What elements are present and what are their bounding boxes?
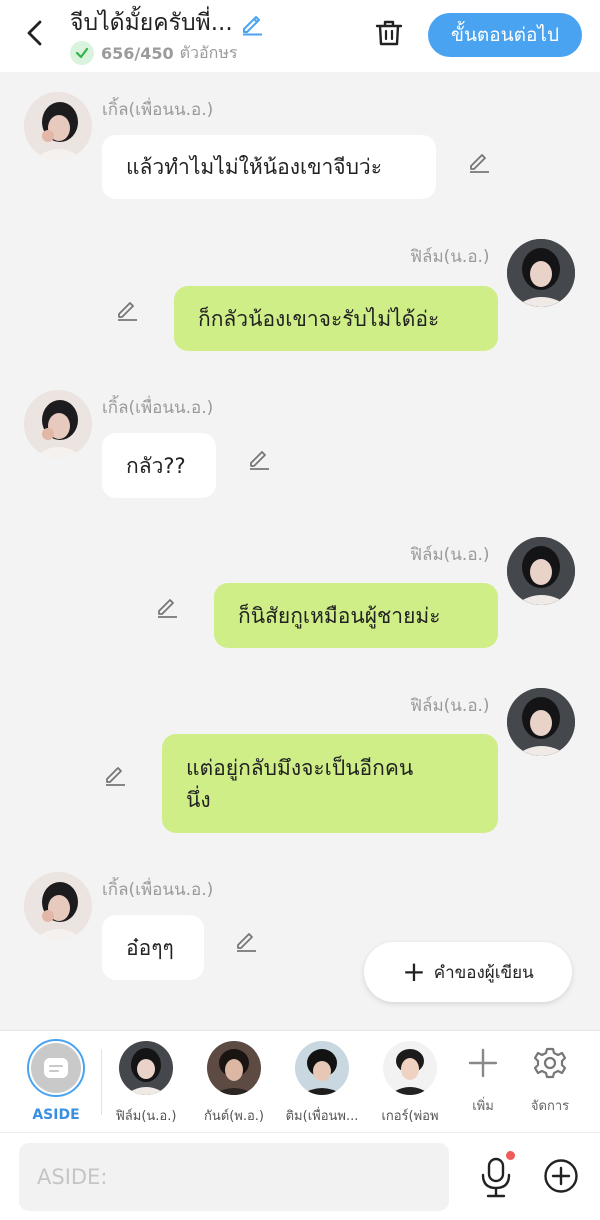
character-bar: ASIDE ฟิล์ม(น.อ.) กันต์(พ.อ.) ติม(เพื่อน… <box>0 1030 600 1132</box>
aside-selector[interactable]: ASIDE <box>18 1039 94 1123</box>
message-bubble[interactable]: ก็นิสัยกูเหมือนผู้ชายม่ะ <box>214 583 498 648</box>
add-character-button[interactable]: เพิ่ม <box>453 1043 513 1116</box>
char-count-unit: ตัวอักษร <box>179 42 238 62</box>
sender-name: เกิ้ล(เพื่อนน.อ.) <box>102 100 214 120</box>
edit-message-icon[interactable] <box>114 296 140 322</box>
sender-name: เกิ้ล(เพื่อนน.อ.) <box>102 398 214 418</box>
add-character-label: เพิ่ม <box>472 1099 494 1114</box>
manage-characters-label: จัดการ <box>530 1099 570 1114</box>
char-count-value: 656/450 <box>101 43 174 63</box>
edit-message-icon[interactable] <box>154 593 180 619</box>
message-bubble[interactable]: แล้วทำไมไม่ให้น้องเขาจีบว่ะ <box>102 135 436 199</box>
avatar[interactable] <box>507 688 575 756</box>
trash-icon <box>375 20 403 46</box>
avatar <box>119 1041 173 1095</box>
message-text-line: แต่อยู่กลับมึงจะเป็นอีกคน <box>186 755 414 780</box>
message-bubble[interactable]: อ๋อๆๆ <box>102 915 204 980</box>
plus-icon: + <box>402 955 426 988</box>
chevron-left-icon <box>27 20 42 46</box>
author-note-button[interactable]: + คำของผู้เขียน <box>364 942 572 1002</box>
next-step-button[interactable]: ขั้นตอนต่อไป <box>428 13 582 57</box>
divider <box>101 1049 102 1115</box>
message-bubble[interactable]: ก็กลัวน้องเขาจะรับไม่ได้อ่ะ <box>174 286 498 351</box>
character-name: ฟิล์ม(น.อ.) <box>115 1109 177 1124</box>
notification-dot <box>506 1151 515 1160</box>
plus-circle-icon <box>544 1159 578 1193</box>
message-bubble[interactable]: กลัว?? <box>102 433 216 498</box>
author-note-label: คำของผู้เขียน <box>433 962 534 983</box>
aside-input[interactable] <box>19 1143 449 1211</box>
title-row: จีบได้มั้ยครับพี่... <box>70 6 265 40</box>
edit-message-icon[interactable] <box>466 148 492 174</box>
check-icon <box>70 41 94 65</box>
edit-title-icon[interactable] <box>239 10 265 36</box>
avatar[interactable] <box>507 537 575 605</box>
edit-message-icon[interactable] <box>246 445 272 471</box>
message-text: ก็กลัวน้องเขาจะรับไม่ได้อ่ะ <box>198 306 440 331</box>
edit-message-icon[interactable] <box>233 927 259 953</box>
plus-icon <box>453 1043 513 1083</box>
back-button[interactable] <box>18 16 52 50</box>
avatar[interactable] <box>24 390 92 458</box>
add-attachment-button[interactable] <box>543 1158 579 1194</box>
delete-button[interactable] <box>372 16 406 50</box>
gear-icon <box>520 1043 580 1083</box>
message-bubble[interactable]: แต่อยู่กลับมึงจะเป็นอีกคน นึ่ง <box>162 734 498 833</box>
character-item[interactable]: เกอร์(พ่อพ <box>370 1041 450 1126</box>
avatar[interactable] <box>24 872 92 940</box>
message-text: อ๋อๆๆ <box>126 935 174 960</box>
story-title[interactable]: จีบได้มั้ยครับพี่... <box>70 5 233 41</box>
character-name: กันต์(พ.อ.) <box>204 1109 264 1124</box>
voice-button[interactable] <box>478 1151 515 1199</box>
avatar <box>383 1041 437 1095</box>
avatar <box>207 1041 261 1095</box>
aside-label: ASIDE <box>32 1107 80 1123</box>
character-item[interactable]: ติม(เพื่อนพ... <box>282 1041 362 1126</box>
sender-name: ฟิล์ม(น.อ.) <box>410 545 490 565</box>
message-text: ก็นิสัยกูเหมือนผู้ชายม่ะ <box>238 603 441 628</box>
edit-message-icon[interactable] <box>102 761 128 787</box>
sender-name: เกิ้ล(เพื่อนน.อ.) <box>102 880 214 900</box>
chat-area: เกิ้ล(เพื่อนน.อ.) แล้วทำไมไม่ให้น้องเขาจ… <box>0 72 600 1030</box>
top-bar: จีบได้มั้ยครับพี่... 656/450 ตัวอักษร ขั… <box>0 0 600 72</box>
sender-name: ฟิล์ม(น.อ.) <box>410 247 490 267</box>
sender-name: ฟิล์ม(น.อ.) <box>410 696 490 716</box>
microphone-icon <box>481 1157 511 1198</box>
message-text-line: นึ่ง <box>186 787 211 812</box>
compose-bar <box>0 1132 600 1220</box>
message-text: แล้วทำไมไม่ให้น้องเขาจีบว่ะ <box>126 155 382 179</box>
character-item[interactable]: กันต์(พ.อ.) <box>194 1041 274 1126</box>
character-count: 656/450 ตัวอักษร <box>70 40 237 66</box>
manage-characters-button[interactable]: จัดการ <box>520 1043 580 1116</box>
avatar[interactable] <box>507 239 575 307</box>
message-text: กลัว?? <box>126 453 186 478</box>
avatar[interactable] <box>24 92 92 160</box>
avatar <box>295 1041 349 1095</box>
aside-icon <box>31 1043 81 1093</box>
character-item[interactable]: ฟิล์ม(น.อ.) <box>106 1041 186 1126</box>
character-name: เกอร์(พ่อพ <box>381 1109 439 1124</box>
character-name: ติม(เพื่อนพ... <box>285 1109 359 1124</box>
